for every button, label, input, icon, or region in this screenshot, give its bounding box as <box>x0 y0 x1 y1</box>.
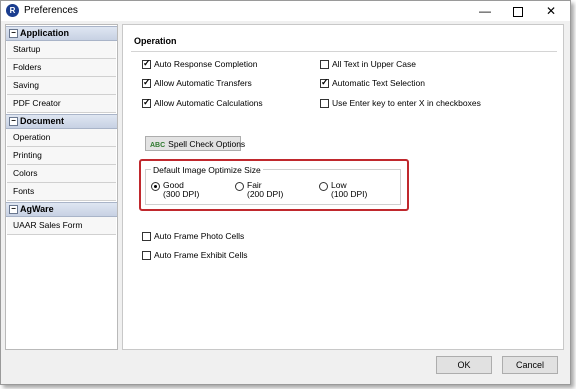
checkbox-label: Auto Response Completion <box>154 59 258 69</box>
spell-check-label: Spell Check Options <box>168 139 246 149</box>
checkbox-label: Auto Frame Photo Cells <box>154 231 245 241</box>
radio-good[interactable]: Good (300 DPI) <box>151 181 199 199</box>
collapse-icon[interactable]: − <box>9 117 18 126</box>
maximize-button[interactable] <box>501 1 535 21</box>
radio-label-line2: (200 DPI) <box>247 189 284 199</box>
checkbox-label: All Text in Upper Case <box>332 59 416 69</box>
sidebar-group-agware[interactable]: − AgWare <box>6 202 117 217</box>
checkbox-box[interactable] <box>320 59 329 69</box>
checkbox-box[interactable] <box>142 97 151 108</box>
sidebar-item-fonts[interactable]: Fonts <box>7 183 116 201</box>
radio-label-line2: (100 DPI) <box>331 189 368 199</box>
ok-button[interactable]: OK <box>436 356 492 374</box>
sidebar-group-label: AgWare <box>20 204 54 214</box>
radio-fair[interactable]: Fair (200 DPI) <box>235 181 283 199</box>
checkbox-label: Use Enter key to enter X in checkboxes <box>332 98 481 108</box>
sidebar-item-operation[interactable]: Operation <box>7 129 116 147</box>
sidebar: − Application Startup Folders Saving PDF… <box>5 24 118 350</box>
checkbox-box[interactable] <box>142 250 151 260</box>
checkbox-box[interactable] <box>142 77 151 88</box>
auto-frame-photo-cells-checkbox[interactable]: Auto Frame Photo Cells <box>142 231 244 241</box>
checkbox-label: Allow Automatic Calculations <box>154 98 263 108</box>
image-size-legend: Default Image Optimize Size <box>151 165 263 175</box>
sidebar-item-colors[interactable]: Colors <box>7 165 116 183</box>
collapse-icon[interactable]: − <box>9 205 18 214</box>
checkbox-box[interactable] <box>320 77 329 88</box>
sidebar-item-startup[interactable]: Startup <box>7 41 116 59</box>
checkbox-box[interactable] <box>320 98 329 108</box>
operation-panel: Operation Auto Response Completion Allow… <box>122 24 564 350</box>
automatic-text-selection-checkbox[interactable]: Automatic Text Selection <box>320 77 425 88</box>
minimize-button[interactable]: — <box>468 1 502 21</box>
cancel-button[interactable]: Cancel <box>502 356 558 374</box>
auto-response-completion-checkbox[interactable]: Auto Response Completion <box>142 58 258 69</box>
allow-automatic-calculations-checkbox[interactable]: Allow Automatic Calculations <box>142 97 263 108</box>
auto-frame-exhibit-cells-checkbox[interactable]: Auto Frame Exhibit Cells <box>142 250 248 260</box>
checkbox-label: Allow Automatic Transfers <box>154 78 252 88</box>
divider <box>131 51 557 52</box>
sidebar-item-uaar-sales-form[interactable]: UAAR Sales Form <box>7 217 116 235</box>
radio-label: Fair (200 DPI) <box>247 181 283 199</box>
sidebar-item-folders[interactable]: Folders <box>7 59 116 77</box>
checkbox-label: Automatic Text Selection <box>332 78 425 88</box>
spell-check-options-button[interactable]: ABC Spell Check Options <box>145 136 245 151</box>
maximize-icon <box>513 6 523 17</box>
checkbox-box[interactable] <box>142 58 151 69</box>
title-bar: R Preferences — ✕ <box>1 1 570 21</box>
sidebar-item-printing[interactable]: Printing <box>7 147 116 165</box>
preferences-window: R Preferences — ✕ − Application Startup … <box>0 0 571 385</box>
sidebar-group-label: Document <box>20 116 65 126</box>
spell-check-icon: ABC <box>150 142 166 149</box>
collapse-icon[interactable]: − <box>9 29 18 38</box>
window-title: Preferences <box>24 5 78 16</box>
checkbox-label: Auto Frame Exhibit Cells <box>154 250 248 260</box>
sidebar-group-label: Application <box>20 28 69 38</box>
sidebar-group-application[interactable]: − Application <box>6 26 117 41</box>
radio-button[interactable] <box>235 182 244 191</box>
enter-key-x-checkbox[interactable]: Use Enter key to enter X in checkboxes <box>320 98 481 108</box>
checkbox-box[interactable] <box>142 231 151 241</box>
allow-automatic-transfers-checkbox[interactable]: Allow Automatic Transfers <box>142 77 252 88</box>
sidebar-item-pdf-creator[interactable]: PDF Creator <box>7 95 116 113</box>
radio-button[interactable] <box>319 182 328 191</box>
sidebar-item-saving[interactable]: Saving <box>7 77 116 95</box>
radio-button[interactable] <box>151 182 160 191</box>
all-text-upper-case-checkbox[interactable]: All Text in Upper Case <box>320 59 416 69</box>
section-title: Operation <box>134 36 177 46</box>
radio-label-line2: (300 DPI) <box>163 189 200 199</box>
radio-label: Good (300 DPI) <box>163 181 199 199</box>
close-button[interactable]: ✕ <box>534 1 568 21</box>
radio-low[interactable]: Low (100 DPI) <box>319 181 367 199</box>
sidebar-group-document[interactable]: − Document <box>6 114 117 129</box>
image-optimize-highlight: Default Image Optimize Size Good (300 DPI… <box>139 159 409 211</box>
radio-label: Low (100 DPI) <box>331 181 367 199</box>
app-logo-icon: R <box>6 4 19 17</box>
